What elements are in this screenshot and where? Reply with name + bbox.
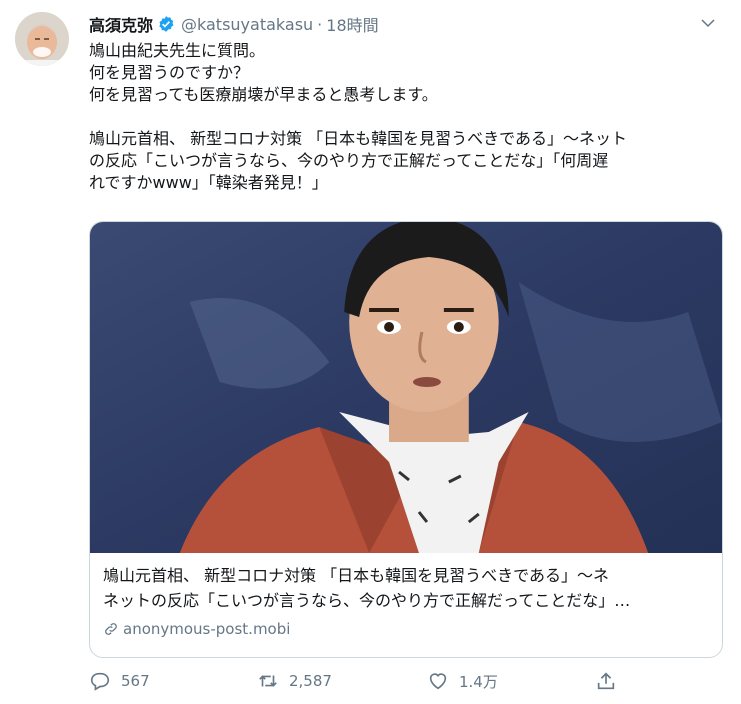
avatar-image: [15, 12, 69, 66]
retweet-icon: [259, 675, 277, 687]
link-icon: [105, 623, 117, 635]
reply-icon: [90, 672, 110, 691]
like-button[interactable]: 1.4万: [427, 670, 498, 692]
card-image: [90, 222, 722, 553]
retweet-button[interactable]: 2,587: [257, 670, 332, 692]
link-card[interactable]: 鳩山元首相、 新型コロナ対策 「日本も韓国を見習うべきである」～ネ ネットの反応…: [89, 221, 723, 658]
card-domain-text: anonymous-post.mobi: [123, 620, 291, 638]
avatar[interactable]: [15, 12, 69, 66]
reply-count: 567: [121, 672, 150, 690]
tweet-header: 高須克弥 @katsuyatakasu · 18時間: [89, 11, 721, 37]
separator-dot: ·: [317, 14, 323, 34]
retweet-count: 2,587: [289, 672, 332, 690]
author-handle[interactable]: @katsuyatakasu: [181, 15, 313, 34]
share-icon: [597, 672, 615, 690]
card-title-line-2: ネットの反応「こいつが言うなら、今のやり方で正解だってことだな」…: [103, 591, 631, 610]
author-name[interactable]: 高須克弥: [89, 12, 153, 36]
reply-button[interactable]: 567: [89, 670, 150, 692]
tweet-actions: 567 2,587 1.4万: [89, 670, 649, 698]
card-domain: anonymous-post.mobi: [103, 620, 290, 638]
tweet-text: 鳩山由紀夫先生に質問。 何を見習うのですか？ 何を見習っても医療崩壊が早まると愚…: [89, 41, 628, 192]
chevron-down-icon[interactable]: [699, 14, 717, 32]
verified-badge-icon: [159, 16, 174, 32]
card-title-line-1: 鳩山元首相、 新型コロナ対策 「日本も韓国を見習うべきである」～ネ: [103, 566, 610, 585]
share-button[interactable]: [595, 670, 627, 692]
like-count: 1.4万: [459, 672, 498, 691]
like-icon: [429, 673, 447, 690]
card-title: 鳩山元首相、 新型コロナ対策 「日本も韓国を見習うべきである」～ネ ネットの反応…: [103, 563, 711, 613]
tweet-timestamp[interactable]: 18時間: [326, 12, 378, 36]
